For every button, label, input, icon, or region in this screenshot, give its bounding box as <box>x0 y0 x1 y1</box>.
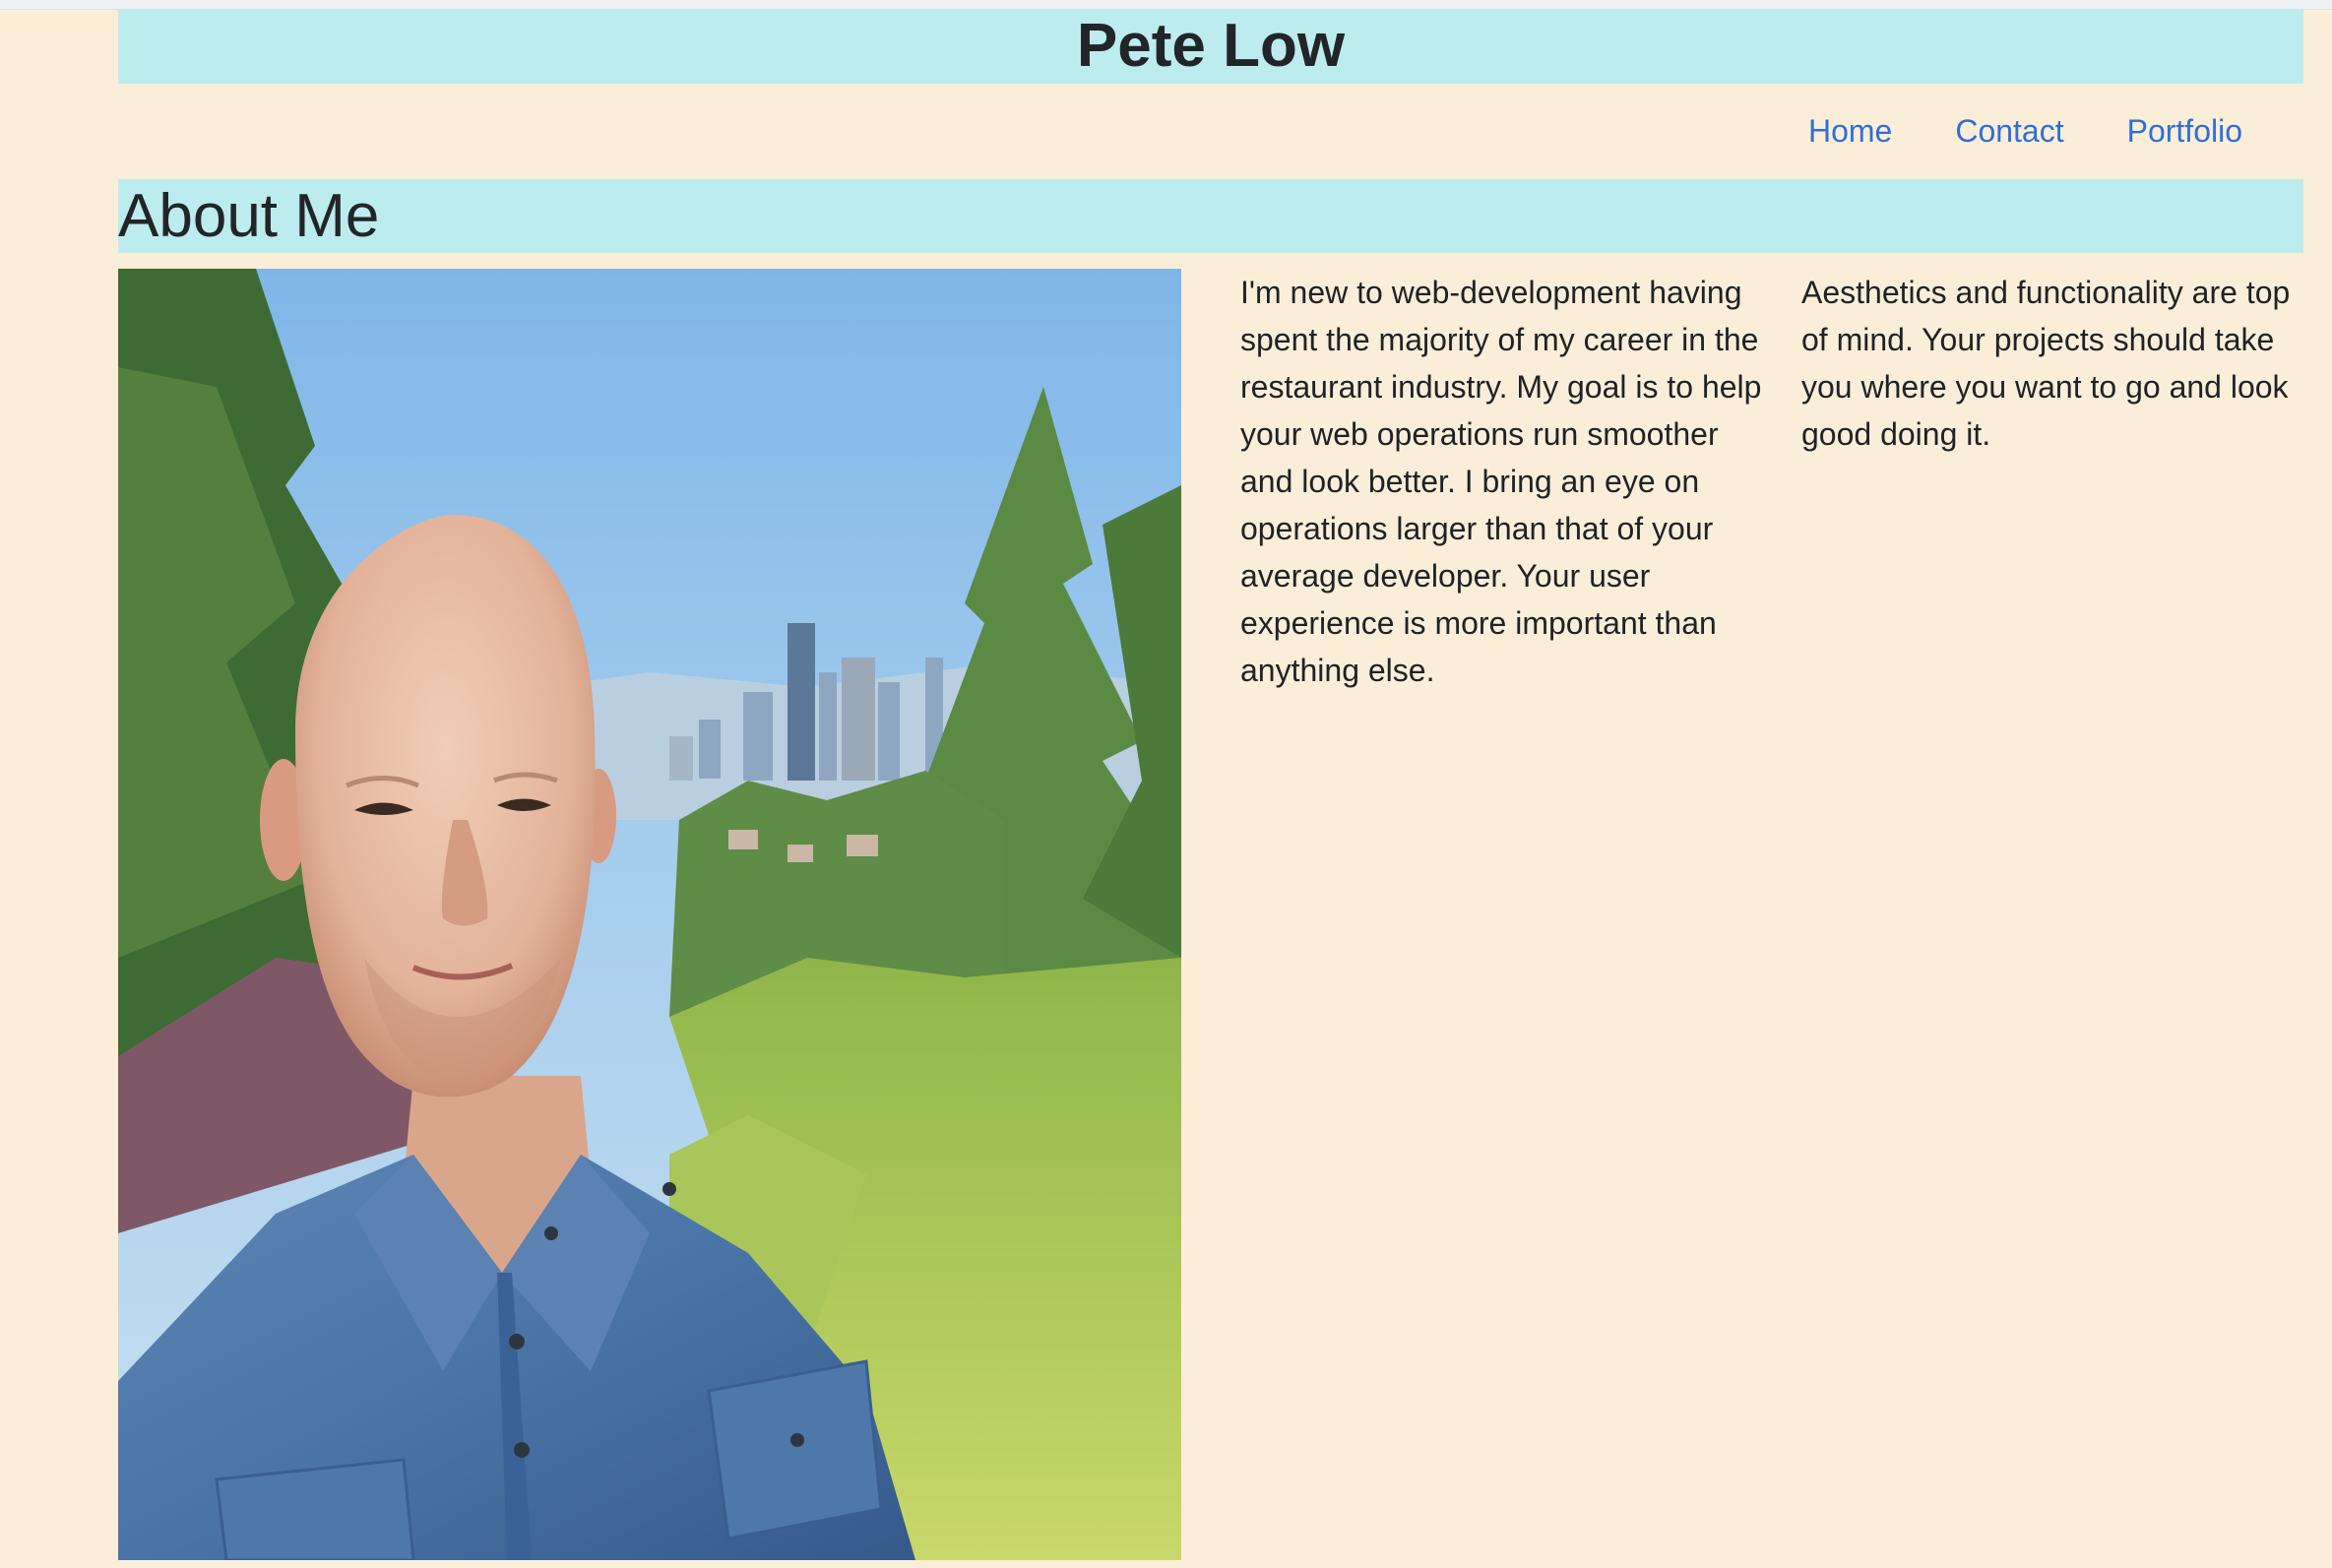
nav-link-contact[interactable]: Contact <box>1955 113 2063 150</box>
about-section-header: About Me <box>118 179 2303 253</box>
nav-link-portfolio[interactable]: Portfolio <box>2127 113 2242 150</box>
about-paragraph-1: I'm new to web-development having spent … <box>1240 275 1762 688</box>
site-title: Pete Low <box>1076 12 1346 80</box>
nav-link-home[interactable]: Home <box>1808 113 1892 150</box>
section-title: About Me <box>118 182 380 250</box>
site-header: Pete Low <box>118 9 2303 84</box>
main-nav: Home Contact Portfolio <box>118 84 2303 179</box>
page-container: Pete Low Home Contact Portfolio About Me <box>118 9 2303 1568</box>
about-paragraph-2: Aesthetics and functionality are top of … <box>1801 275 2291 452</box>
about-content: I'm new to web-development having spent … <box>118 269 2303 1568</box>
profile-photo <box>118 269 1181 1560</box>
